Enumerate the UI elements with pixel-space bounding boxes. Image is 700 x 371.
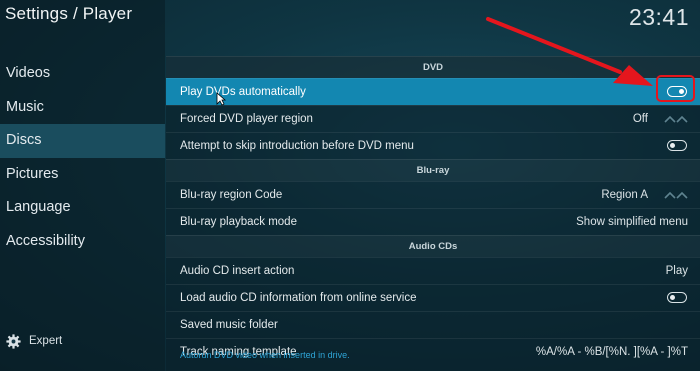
expert-label: Expert [29, 335, 63, 347]
setting-label: Blu-ray region Code [180, 189, 283, 201]
setting-bluray-region-code[interactable]: Blu-ray region Code Region A [166, 181, 700, 208]
spinner-arrows-icon[interactable] [664, 190, 688, 200]
setting-description: Autorun DVD video when inserted in drive… [180, 350, 350, 360]
setting-label: Audio CD insert action [180, 265, 295, 277]
settings-window: Settings / Player Videos Music Discs Pic… [0, 0, 700, 371]
setting-label: Load audio CD information from online se… [180, 292, 417, 304]
sidebar-item-videos[interactable]: Videos [0, 57, 165, 91]
setting-label: Saved music folder [180, 319, 278, 331]
setting-audio-cd-insert-action[interactable]: Audio CD insert action Play [166, 257, 700, 284]
setting-value: Off [632, 113, 648, 125]
setting-saved-music-folder[interactable]: Saved music folder [166, 311, 700, 338]
sidebar-item-discs[interactable]: Discs [0, 124, 165, 158]
sidebar-item-pictures[interactable]: Pictures [0, 158, 165, 192]
section-header-audio-cds: Audio CDs [166, 235, 700, 257]
setting-skip-dvd-intro[interactable]: Attempt to skip introduction before DVD … [166, 132, 700, 159]
setting-bluray-playback-mode[interactable]: Blu-ray playback mode Show simplified me… [166, 208, 700, 235]
setting-value: Show simplified menu [576, 216, 688, 228]
gear-icon [6, 333, 21, 349]
setting-label: Blu-ray playback mode [180, 216, 297, 228]
setting-value: %A/%A - %B/[%N. ][%A - ]%T [535, 346, 688, 358]
sidebar: Settings / Player Videos Music Discs Pic… [0, 0, 165, 371]
sidebar-item-language[interactable]: Language [0, 191, 165, 225]
setting-forced-dvd-player-region[interactable]: Forced DVD player region Off [166, 105, 700, 132]
mouse-cursor-icon [216, 92, 226, 106]
setting-label: Forced DVD player region [180, 113, 313, 125]
spinner-arrows-icon[interactable] [664, 114, 688, 124]
section-header-bluray: Blu-ray [166, 159, 700, 181]
toggle-switch[interactable] [667, 140, 687, 151]
toggle-switch[interactable] [667, 292, 687, 303]
sidebar-nav: Videos Music Discs Pictures Language Acc… [0, 57, 165, 259]
section-header-dvd: DVD [166, 56, 700, 78]
setting-play-dvds-automatically[interactable]: Play DVDs automatically [166, 78, 700, 105]
setting-value: Play [665, 265, 688, 277]
setting-value: Region A [601, 189, 648, 201]
annotation-highlight-box [656, 75, 695, 102]
expert-level-button[interactable]: Expert [6, 330, 62, 352]
settings-list: DVD Play DVDs automatically Forced DVD p… [166, 56, 700, 371]
clock: 23:41 [628, 4, 689, 30]
sidebar-item-music[interactable]: Music [0, 91, 165, 125]
setting-label: Attempt to skip introduction before DVD … [180, 140, 414, 152]
setting-label: Play DVDs automatically [180, 86, 306, 98]
setting-load-audio-cd-info[interactable]: Load audio CD information from online se… [166, 284, 700, 311]
page-title: Settings / Player [5, 4, 133, 23]
sidebar-item-accessibility[interactable]: Accessibility [0, 225, 165, 259]
